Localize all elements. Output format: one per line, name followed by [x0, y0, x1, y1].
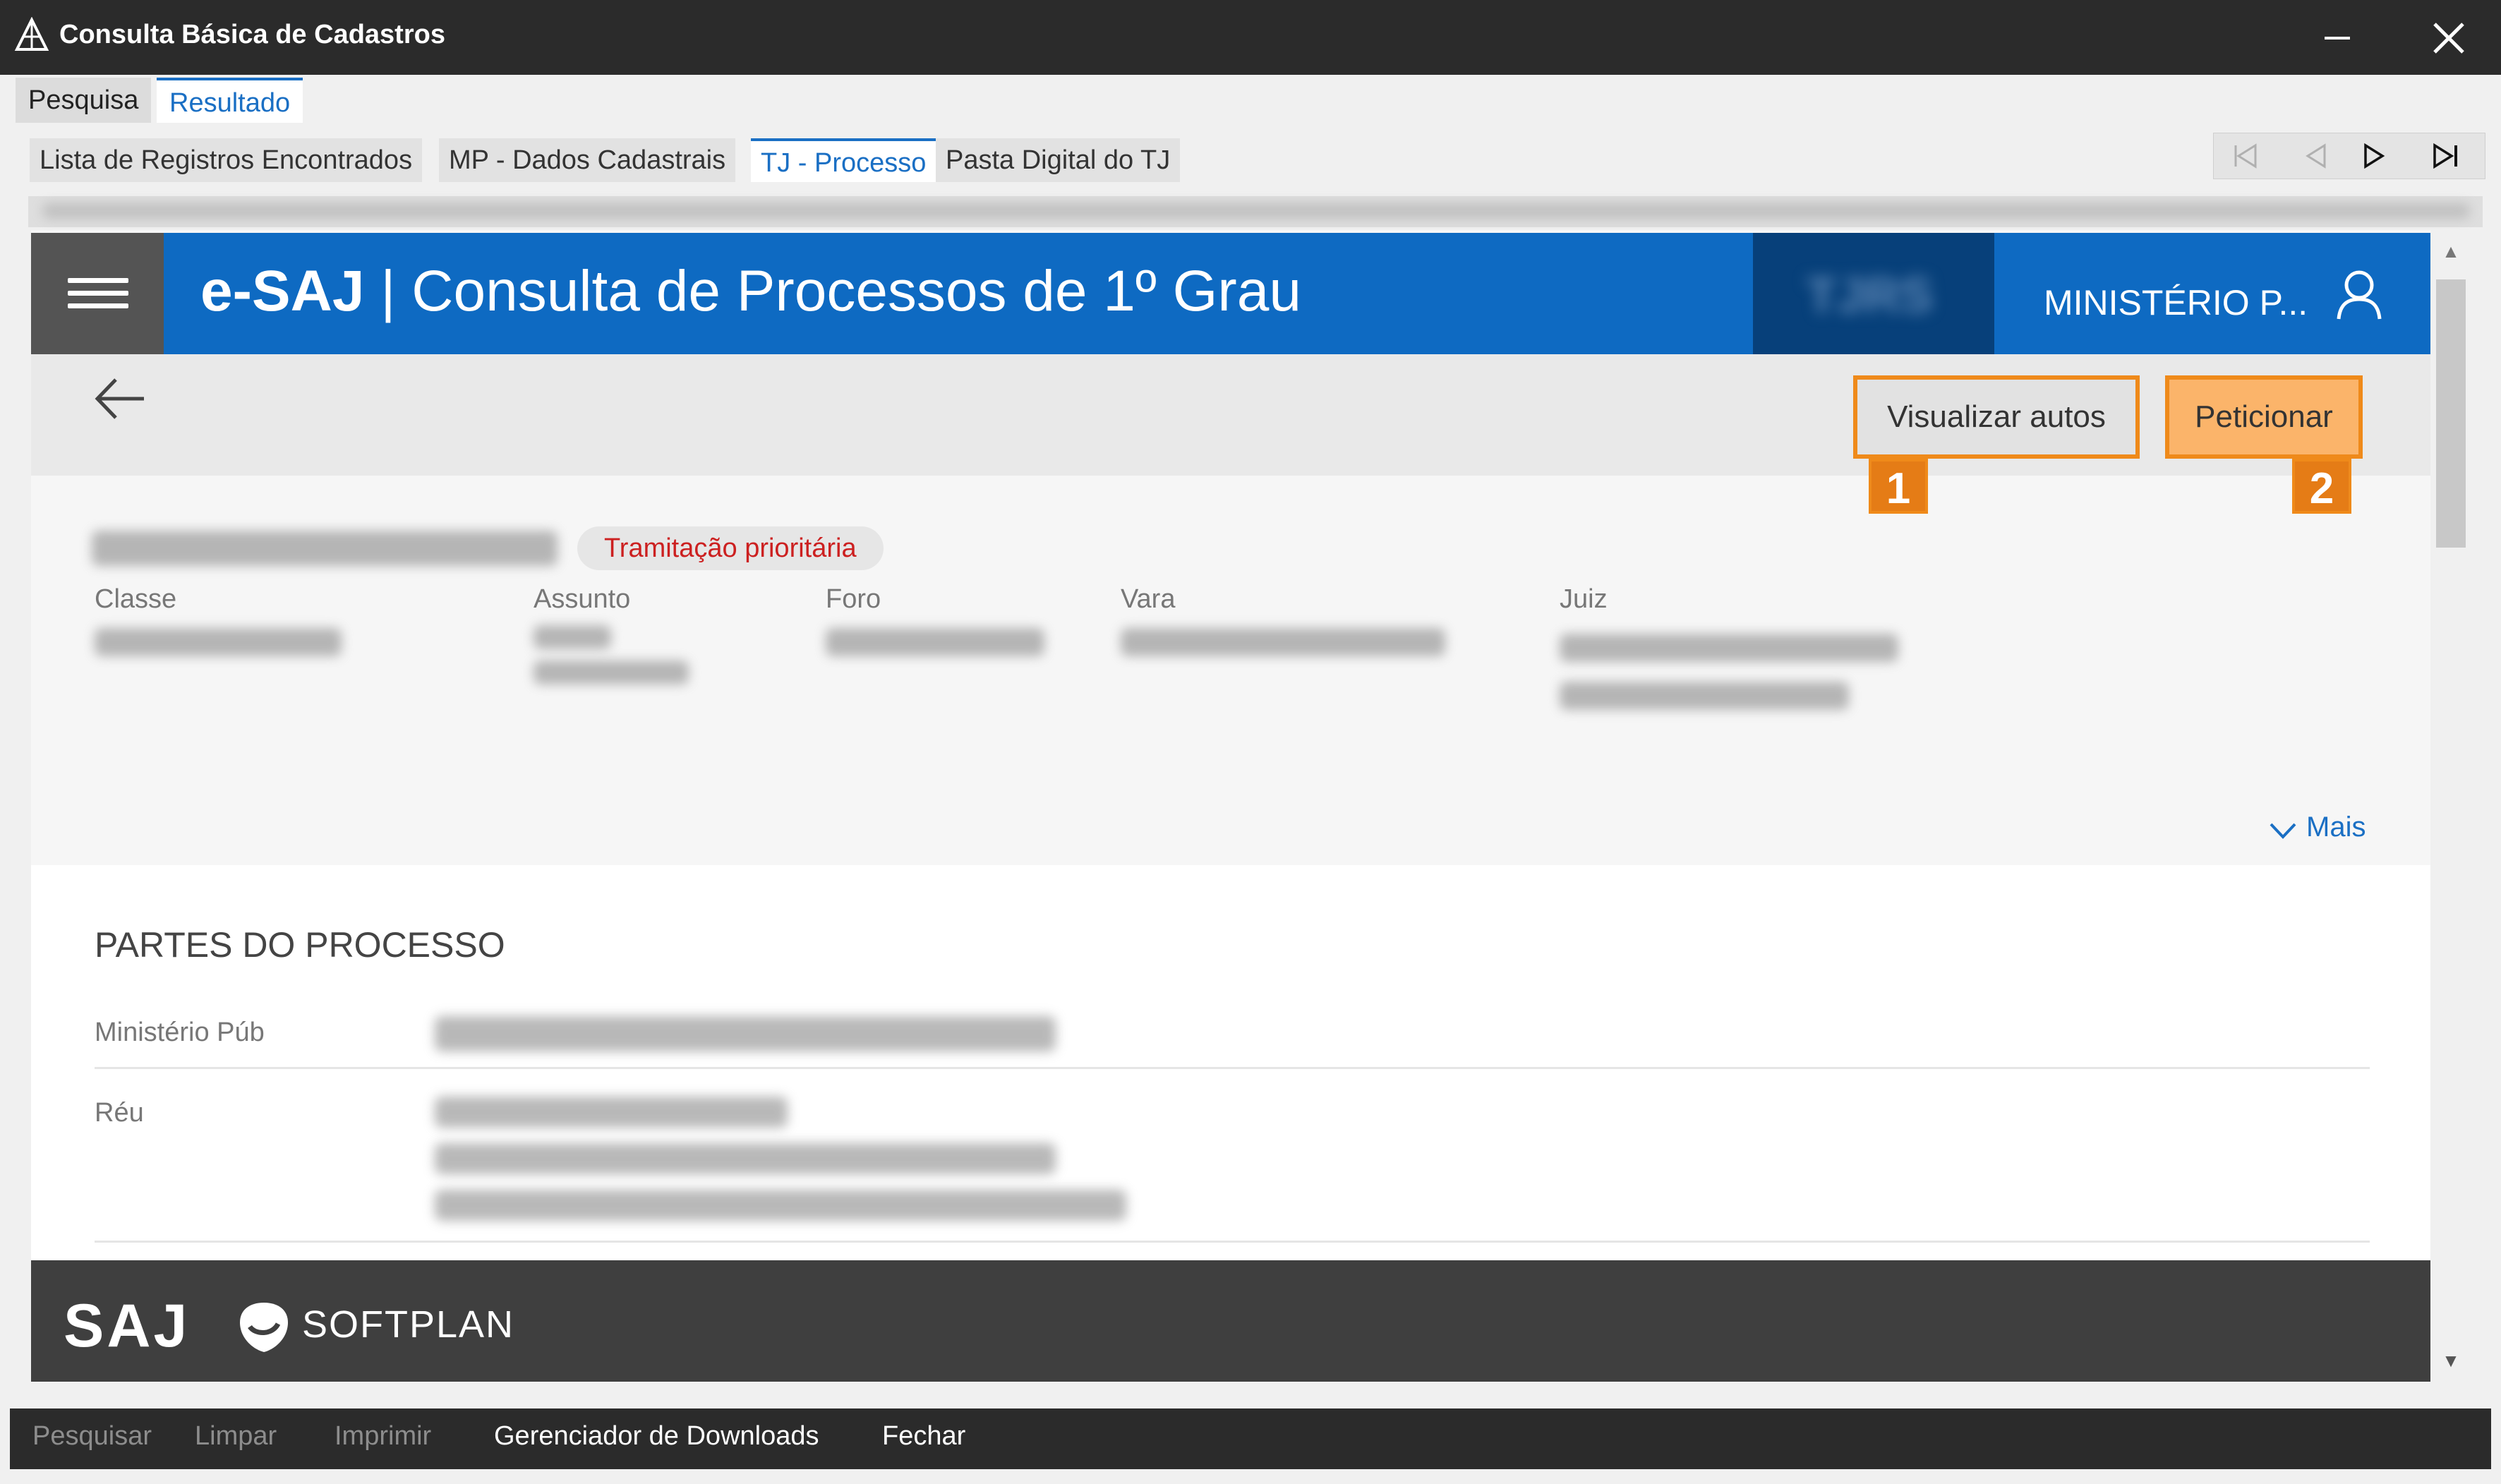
peticionar-button[interactable]: Peticionar [2165, 375, 2363, 459]
parte-role-mp: Ministério Púb [95, 1018, 265, 1047]
scrollbar-thumb[interactable] [2436, 279, 2466, 548]
menu-icon [68, 291, 128, 296]
parte-name-redacted [435, 1016, 1056, 1051]
saj-logo: SAJ [64, 1292, 191, 1360]
next-record-icon[interactable] [2356, 138, 2391, 174]
parte-role-reu: Réu [95, 1098, 144, 1128]
visualizar-autos-button[interactable]: Visualizar autos [1853, 375, 2140, 459]
value-classe-redacted [95, 628, 342, 656]
court-logo: TJRS [1807, 267, 1933, 322]
menu-icon [68, 303, 128, 308]
window-title: Consulta Básica de Cadastros [59, 20, 445, 49]
softplan-logo-text: SOFTPLAN [302, 1303, 515, 1346]
tab-mp-dados-cadastrais[interactable]: MP - Dados Cadastrais [439, 138, 736, 182]
scroll-up-icon[interactable]: ▲ [2436, 237, 2466, 265]
row-divider [95, 1067, 2370, 1069]
tab-pesquisa[interactable]: Pesquisa [16, 78, 152, 123]
fechar-button[interactable]: Fechar [882, 1421, 965, 1452]
row-divider [95, 1241, 2370, 1243]
esaj-brand-bold: e-SAJ [200, 259, 365, 323]
blurred-url [42, 203, 2470, 219]
app-logo-icon [14, 17, 49, 51]
label-vara: Vara [1121, 584, 1176, 614]
tab-pasta-digital[interactable]: Pasta Digital do TJ [936, 138, 1181, 182]
menu-icon [68, 278, 128, 283]
priority-badge: Tramitação prioritária [577, 526, 884, 570]
partes-title: PARTES DO PROCESSO [95, 925, 505, 965]
menu-button[interactable] [31, 233, 164, 354]
tab-tj-processo[interactable]: TJ - Processo [751, 138, 936, 182]
tab-lista-registros[interactable]: Lista de Registros Encontrados [30, 138, 423, 182]
imprimir-button[interactable]: Imprimir [335, 1421, 431, 1452]
scroll-down-icon[interactable]: ▼ [2436, 1346, 2466, 1375]
minimize-icon[interactable] [2322, 24, 2353, 52]
parte-name-redacted [435, 1190, 1126, 1221]
value-assunto-redacted [534, 660, 689, 684]
first-record-icon[interactable] [2227, 138, 2262, 174]
label-juiz: Juiz [1560, 584, 1608, 614]
chevron-down-icon[interactable] [2268, 819, 2298, 843]
callout-2: 2 [2292, 459, 2351, 514]
label-assunto: Assunto [534, 584, 631, 614]
mais-link[interactable]: Mais [2306, 812, 2366, 843]
label-foro: Foro [826, 584, 881, 614]
user-icon[interactable] [2334, 268, 2384, 322]
label-classe: Classe [95, 584, 177, 614]
callout-1: 1 [1869, 459, 1928, 514]
value-foro-redacted [826, 628, 1044, 656]
value-assunto-redacted [534, 625, 611, 649]
previous-record-icon[interactable] [2298, 138, 2333, 174]
value-vara-redacted [1121, 628, 1445, 656]
user-name[interactable]: MINISTÉRIO P... [2044, 282, 2308, 323]
value-juiz-redacted [1560, 682, 1849, 710]
tab-resultado[interactable]: Resultado [157, 78, 303, 123]
limpar-button[interactable]: Limpar [195, 1421, 277, 1452]
close-icon[interactable] [2428, 18, 2470, 58]
parte-name-redacted [435, 1143, 1056, 1174]
pesquisar-button[interactable]: Pesquisar [32, 1421, 152, 1452]
value-juiz-redacted [1560, 634, 1898, 662]
back-arrow-icon[interactable] [92, 374, 148, 423]
last-record-icon[interactable] [2428, 138, 2463, 174]
softplan-logo-icon [240, 1303, 288, 1352]
esaj-page-title: e-SAJ | Consulta de Processos de 1º Grau [200, 258, 1301, 325]
esaj-brand-subtitle: | Consulta de Processos de 1º Grau [364, 259, 1301, 323]
process-number-redacted [92, 531, 558, 566]
parte-name-redacted [435, 1097, 788, 1128]
gerenciador-downloads-button[interactable]: Gerenciador de Downloads [494, 1421, 819, 1452]
